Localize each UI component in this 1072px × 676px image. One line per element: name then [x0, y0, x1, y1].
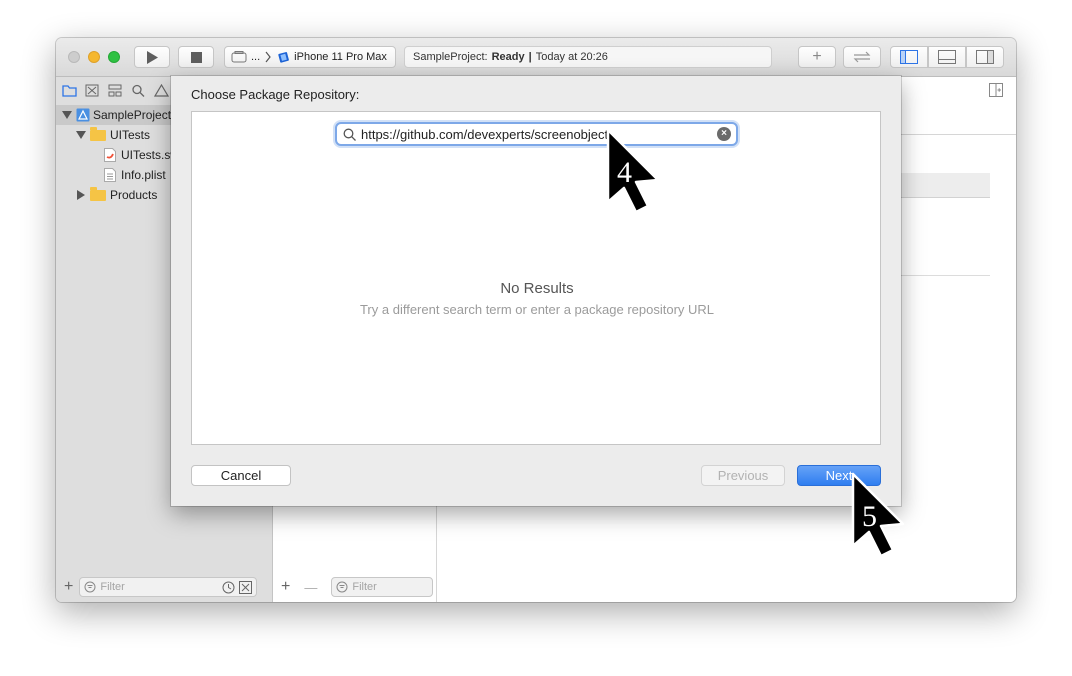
filter-placeholder: Filter	[352, 581, 377, 593]
cancel-button[interactable]: Cancel	[191, 465, 291, 486]
filter-placeholder: Filter	[100, 581, 125, 593]
disclosure-closed-icon[interactable]	[76, 190, 86, 200]
modified-files-icon[interactable]	[239, 580, 253, 594]
zoom-window-button[interactable]	[108, 51, 120, 63]
search-icon	[343, 128, 356, 141]
navigator-filter-bar: + Filter	[64, 575, 258, 599]
tree-item-label: Products	[110, 188, 158, 202]
scheme-name: ...	[251, 51, 261, 63]
add-file-button[interactable]: +	[64, 578, 73, 596]
disclosure-open-icon[interactable]	[76, 130, 86, 140]
dialog-title: Choose Package Repository:	[191, 87, 360, 102]
dialog-content-area: × No Results Try a different search term…	[191, 111, 881, 445]
close-window-button[interactable]	[68, 51, 80, 63]
no-results-title: No Results	[500, 280, 574, 297]
filter-icon	[84, 581, 96, 593]
toggle-debug-area-button[interactable]	[928, 46, 966, 68]
previous-button[interactable]: Previous	[701, 465, 785, 486]
table-header	[900, 173, 990, 198]
choose-package-dialog: Choose Package Repository: × No Results …	[171, 76, 901, 506]
status-project: SampleProject:	[413, 51, 488, 63]
clear-search-icon[interactable]: ×	[717, 127, 731, 141]
left-panel-icon	[900, 50, 918, 64]
library-button[interactable]: +	[798, 46, 836, 68]
recent-files-icon[interactable]	[222, 581, 235, 594]
toggle-navigator-button[interactable]	[890, 46, 928, 68]
plist-file-icon	[104, 168, 116, 182]
stop-icon	[190, 51, 202, 63]
step-5-label: 5	[862, 500, 877, 533]
step-4-pointer-icon	[606, 128, 660, 214]
device-name: iPhone 11 Pro Max	[294, 51, 387, 63]
swift-file-icon	[104, 148, 116, 162]
warning-icon[interactable]	[154, 83, 169, 97]
folder-icon	[90, 126, 106, 141]
minimize-window-button[interactable]	[88, 51, 100, 63]
targets-filter-field[interactable]: Filter	[331, 577, 434, 597]
step-5-pointer-icon	[851, 472, 905, 558]
symbol-navigator-icon[interactable]	[108, 84, 123, 97]
stop-button[interactable]	[178, 46, 214, 68]
scheme-app-icon	[231, 51, 247, 63]
add-editor-icon[interactable]	[989, 83, 1003, 97]
folder-navigator-icon[interactable]	[62, 84, 77, 97]
play-icon	[147, 50, 158, 64]
chevron-right-icon	[265, 51, 271, 63]
code-review-button[interactable]	[843, 46, 881, 68]
targets-filter-bar: + — Filter	[273, 574, 434, 600]
status-time: Today at 20:26	[535, 51, 608, 63]
status-state: Ready	[491, 51, 525, 63]
no-results-subtitle: Try a different search term or enter a p…	[359, 302, 715, 317]
add-target-button[interactable]: +	[281, 578, 290, 596]
status-separator: |	[528, 51, 532, 63]
step-4-label: 4	[617, 156, 632, 189]
activity-status: SampleProject: Ready | Today at 20:26	[404, 46, 772, 68]
project-icon	[76, 108, 90, 122]
disclosure-open-icon[interactable]	[62, 110, 72, 120]
filter-icon	[336, 581, 348, 593]
tree-item-label: Info.plist	[121, 168, 166, 182]
repository-search-field[interactable]: ×	[335, 122, 738, 146]
source-control-icon[interactable]	[85, 84, 100, 97]
device-simulator-icon	[278, 52, 290, 63]
navigator-filter-field[interactable]: Filter	[79, 577, 258, 597]
divider	[900, 275, 990, 276]
scheme-selector[interactable]: ... iPhone 11 Pro Max	[224, 46, 396, 68]
tree-item-label: SampleProject	[93, 108, 172, 122]
swap-arrows-icon	[853, 51, 871, 63]
remove-target-button[interactable]: —	[304, 580, 317, 595]
folder-icon	[90, 186, 106, 201]
window-toolbar: ... iPhone 11 Pro Max SampleProject: Rea…	[56, 38, 1016, 77]
tree-item-label: UITests	[110, 128, 151, 142]
search-navigator-icon[interactable]	[131, 84, 146, 97]
plus-icon: +	[812, 48, 822, 65]
toggle-inspector-button[interactable]	[966, 46, 1004, 68]
right-panel-icon	[976, 50, 994, 64]
bottom-panel-icon	[938, 50, 956, 64]
run-button[interactable]	[134, 46, 170, 68]
